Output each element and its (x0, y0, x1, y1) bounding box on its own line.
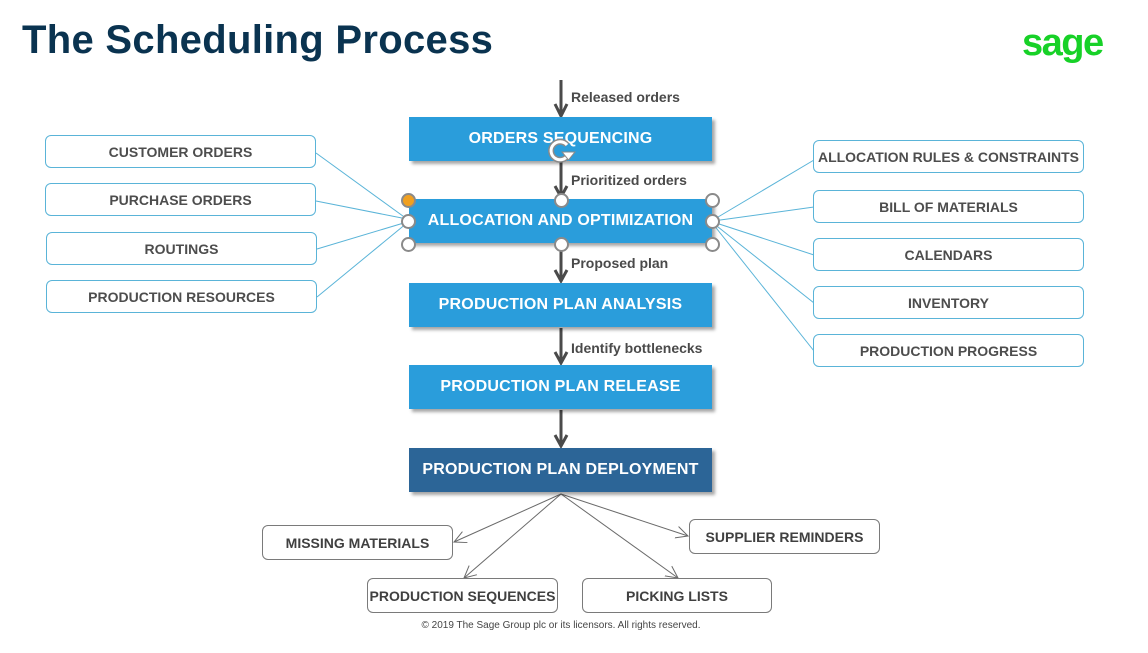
output-missing-materials[interactable]: MISSING MATERIALS (262, 525, 453, 560)
flow-label-identify-bottlenecks: Identify bottlenecks (571, 340, 703, 356)
connector-allocation-rules (712, 159, 815, 221)
left-input-connectors (315, 152, 408, 298)
input-label: PRODUCTION RESOURCES (88, 288, 275, 305)
resize-handle-bottom-left[interactable] (401, 237, 416, 252)
flow-label-prioritized-orders: Prioritized orders (571, 172, 687, 188)
connector-calendars (712, 221, 815, 256)
connector-production-resources (316, 222, 408, 298)
step-label: PRODUCTION PLAN ANALYSIS (438, 296, 683, 313)
connector-bill-of-materials (712, 206, 815, 222)
input-label: CALENDARS (904, 246, 993, 263)
step-label: PRODUCTION PLAN DEPLOYMENT (422, 461, 699, 478)
step-production-plan-analysis[interactable]: PRODUCTION PLAN ANALYSIS (409, 283, 712, 327)
flow-label-proposed-plan: Proposed plan (571, 255, 669, 271)
input-routings[interactable]: ROUTINGS (46, 232, 317, 265)
connector-inventory (712, 222, 815, 304)
resize-handle-top-left[interactable] (401, 193, 416, 208)
input-label: PRODUCTION PROGRESS (859, 342, 1038, 359)
connector-production-progress (712, 223, 815, 352)
output-production-sequences[interactable]: PRODUCTION SEQUENCES (367, 578, 558, 613)
input-label: ROUTINGS (144, 240, 219, 257)
step-label: PRODUCTION PLAN RELEASE (440, 378, 681, 395)
input-label: INVENTORY (908, 294, 989, 311)
output-connectors (454, 493, 688, 578)
resize-handle-top-center[interactable] (554, 193, 569, 208)
input-production-resources[interactable]: PRODUCTION RESOURCES (46, 280, 317, 313)
output-supplier-reminders[interactable]: SUPPLIER REMINDERS (689, 519, 880, 554)
connector-routings (316, 221, 408, 250)
output-label: MISSING MATERIALS (285, 534, 430, 551)
right-input-connectors (712, 159, 815, 352)
resize-handle-middle-left[interactable] (401, 214, 416, 229)
resize-handle-middle-right[interactable] (705, 214, 720, 229)
step-production-plan-deployment[interactable]: PRODUCTION PLAN DEPLOYMENT (409, 448, 712, 492)
input-inventory[interactable]: INVENTORY (813, 286, 1084, 319)
input-label: CUSTOMER ORDERS (108, 143, 253, 160)
step-production-plan-release[interactable]: PRODUCTION PLAN RELEASE (409, 365, 712, 409)
output-arrow-missing-materials (454, 493, 562, 542)
resize-handle-bottom-right[interactable] (705, 237, 720, 252)
output-picking-lists[interactable]: PICKING LISTS (582, 578, 772, 613)
connector-customer-orders (315, 152, 408, 220)
resize-handle-bottom-center[interactable] (554, 237, 569, 252)
input-customer-orders[interactable]: CUSTOMER ORDERS (45, 135, 316, 168)
output-label: PRODUCTION SEQUENCES (369, 587, 556, 604)
output-arrow-production-sequences (464, 493, 562, 578)
output-label: PICKING LISTS (626, 587, 728, 604)
input-production-progress[interactable]: PRODUCTION PROGRESS (813, 334, 1084, 367)
connector-purchase-orders (315, 200, 408, 220)
step-label: ALLOCATION AND OPTIMIZATION (427, 212, 694, 229)
flow-label-released-orders: Released orders (571, 89, 680, 105)
input-allocation-rules-constraints[interactable]: ALLOCATION RULES & CONSTRAINTS (813, 140, 1084, 173)
input-calendars[interactable]: CALENDARS (813, 238, 1084, 271)
output-label: SUPPLIER REMINDERS (705, 528, 864, 545)
input-bill-of-materials[interactable]: BILL OF MATERIALS (813, 190, 1084, 223)
rotate-icon[interactable] (545, 136, 577, 164)
output-arrow-picking-lists (560, 493, 678, 578)
input-purchase-orders[interactable]: PURCHASE ORDERS (45, 183, 316, 216)
input-label: BILL OF MATERIALS (879, 198, 1018, 215)
resize-handle-top-right[interactable] (705, 193, 720, 208)
output-arrow-supplier-reminders (560, 493, 688, 536)
copyright-footer: © 2019 The Sage Group plc or its licenso… (421, 620, 701, 631)
input-label: PURCHASE ORDERS (109, 191, 252, 208)
input-label: ALLOCATION RULES & CONSTRAINTS (817, 148, 1080, 165)
